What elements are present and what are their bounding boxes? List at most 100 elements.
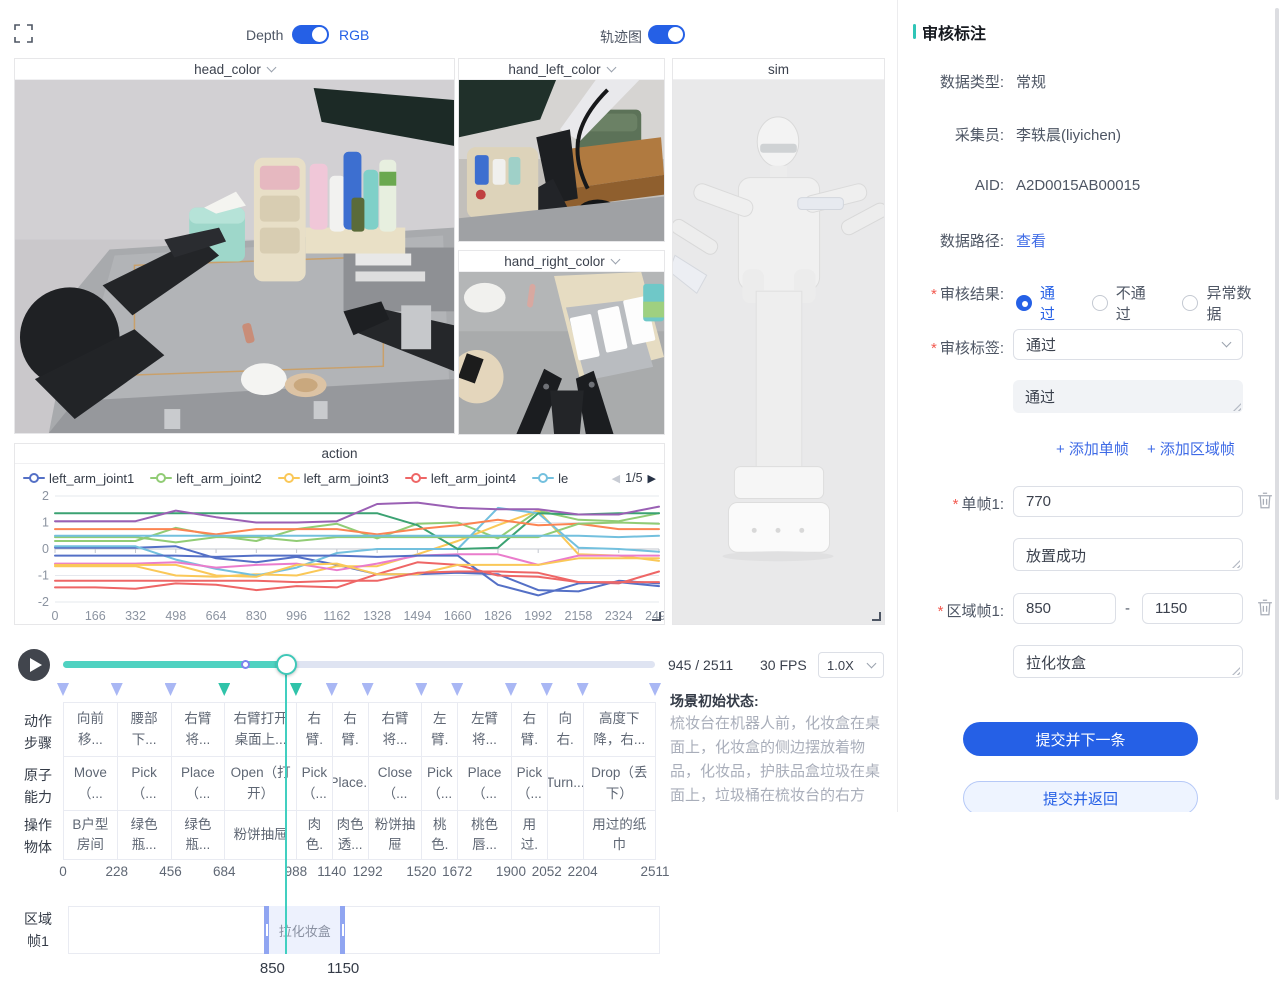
object-cell[interactable]: 粉饼抽屉 [369,811,423,860]
single-frame-input[interactable] [1013,486,1243,517]
play-button[interactable] [18,649,50,681]
hand-left-camera-image [459,80,664,241]
delete-region-frame-icon[interactable] [1257,599,1273,616]
radio-异常数据[interactable] [1182,295,1198,311]
legend-marker-icon [278,473,300,483]
joint-trajectory-chart[interactable]: 210-1-2016633249866483099611621328149416… [15,490,664,624]
object-cell[interactable]: 绿色瓶... [118,811,172,860]
action-step-cell[interactable]: 向前移... [64,702,118,757]
head-camera-selector[interactable]: head_color [15,59,454,80]
action-step-cell[interactable]: 右臂将... [369,702,423,757]
slider-handle[interactable] [276,654,297,675]
legend-item-left_arm_joint2[interactable]: left_arm_joint2 [150,471,261,486]
object-cell[interactable]: 用过的纸巾 [584,811,656,860]
atomic-skill-cell[interactable]: Move（... [64,757,118,811]
boundary-marker-1900[interactable] [505,683,517,696]
atomic-skill-cell[interactable]: Place.. [333,757,369,811]
boundary-marker-1520[interactable] [415,683,427,696]
resize-handle-icon[interactable] [652,612,661,621]
action-step-cell[interactable]: 右臂. [512,702,548,757]
atomic-skill-cell[interactable]: Close（... [369,757,423,811]
atomic-skill-cell[interactable]: Pick（... [512,757,548,811]
boundary-marker-228[interactable] [111,683,123,696]
legend-item-label: left_arm_joint4 [431,471,516,486]
atomic-skill-cell[interactable]: Place（... [172,757,226,811]
boundary-marker-2204[interactable] [577,683,589,696]
legend-item-left_arm_joint1[interactable]: left_arm_joint1 [23,471,134,486]
legend-next-icon[interactable]: ▶ [648,472,656,485]
boundary-marker-456[interactable] [165,683,177,696]
object-cell[interactable] [548,811,584,860]
action-step-cell[interactable]: 左臂. [422,702,458,757]
fullscreen-icon[interactable] [14,24,33,43]
action-step-cell[interactable]: 右臂将... [172,702,226,757]
review-tag-select[interactable]: 通过 [1013,329,1243,360]
legend-item-left_arm_joint3[interactable]: left_arm_joint3 [278,471,389,486]
timeline-slider[interactable] [63,661,655,668]
boundary-marker-1672[interactable] [451,683,463,696]
region-frame-comment[interactable]: 拉化妆盒 [1013,645,1243,678]
panel-scrollbar[interactable] [1275,8,1279,800]
radio-label-异常数据[interactable]: 异常数据 [1206,282,1266,324]
add-region-frame-link[interactable]: + 添加区域帧 [1147,438,1235,459]
boundary-marker-2511[interactable] [649,683,661,696]
object-cell[interactable]: 肉色. [297,811,333,860]
playback-speed-select[interactable]: 1.0X [818,652,884,678]
atomic-skill-cell[interactable]: Drop（丢下） [584,757,656,811]
legend-item-left_arm_joint4[interactable]: left_arm_joint4 [405,471,516,486]
action-step-cell[interactable]: 腰部下... [118,702,172,757]
boundary-marker-2052[interactable] [541,683,553,696]
axis-tick-label: 0 [59,864,67,879]
data-path-view-link[interactable]: 查看 [1016,230,1046,251]
legend-item-le[interactable]: le [532,471,568,486]
boundary-marker-988[interactable] [290,683,302,696]
object-cell[interactable]: 绿色瓶... [172,811,226,860]
single-frame-marker-dot[interactable] [241,660,250,669]
radio-label-通过[interactable]: 通过 [1040,282,1070,324]
object-cell[interactable]: 肉色透... [333,811,369,860]
single-frame-comment[interactable]: 放置成功 [1013,538,1243,571]
region-right-grip-icon[interactable] [342,924,344,936]
action-step-cell[interactable]: 高度下降，右... [584,702,656,757]
add-single-frame-link[interactable]: + 添加单帧 [1056,438,1129,459]
trajectory-toggle[interactable] [648,25,685,44]
radio-label-不通过[interactable]: 不通过 [1116,282,1161,324]
action-step-cell[interactable]: 右臂. [333,702,369,757]
row-label-objects: 操作 物体 [22,814,54,858]
review-tag-comment[interactable]: 通过 [1013,380,1243,413]
radio-不通过[interactable] [1092,295,1108,311]
atomic-skill-cell[interactable]: Pick（... [118,757,172,811]
region-frame-block[interactable]: 拉化妆盒 [264,906,345,954]
depth-rgb-toggle[interactable] [292,25,329,44]
resize-handle-icon[interactable] [872,612,881,621]
delete-single-frame-icon[interactable] [1257,492,1273,509]
action-step-cell[interactable]: 左臂将... [458,702,512,757]
object-cell[interactable]: B户型房间 [64,811,118,860]
submit-next-button[interactable]: 提交并下一条 [963,722,1198,756]
boundary-marker-1292[interactable] [362,683,374,696]
radio-通过[interactable] [1016,295,1032,311]
region-start-input[interactable] [1013,593,1116,624]
region-left-grip-icon[interactable] [266,924,268,936]
svg-text:1328: 1328 [363,609,391,623]
boundary-marker-0[interactable] [57,683,69,696]
object-cell[interactable]: 桃色. [422,811,458,860]
object-cell[interactable]: 桃色唇... [458,811,512,860]
sim-viewport[interactable] [673,80,884,624]
object-cell[interactable]: 用过. [512,811,548,860]
action-step-cell[interactable]: 向右. [548,702,584,757]
atomic-skill-cell[interactable]: Turn... [548,757,584,811]
atomic-skill-cell[interactable]: Pick（... [297,757,333,811]
legend-prev-icon[interactable]: ◀ [612,472,620,485]
region-frame-track[interactable]: 拉化妆盒 [68,906,660,954]
atomic-skill-cell[interactable]: Place（... [458,757,512,811]
region-end-input[interactable] [1142,593,1243,624]
action-step-cell[interactable]: 右臂. [297,702,333,757]
boundary-marker-684[interactable] [218,683,230,696]
segment-markers [0,683,900,697]
boundary-marker-1140[interactable] [326,683,338,696]
atomic-skill-cell[interactable]: Pick（... [422,757,458,811]
submit-back-button[interactable]: 提交并返回 [963,781,1198,812]
hand-left-camera-selector[interactable]: hand_left_color [459,59,664,80]
hand-right-camera-selector[interactable]: hand_right_color [459,251,664,272]
